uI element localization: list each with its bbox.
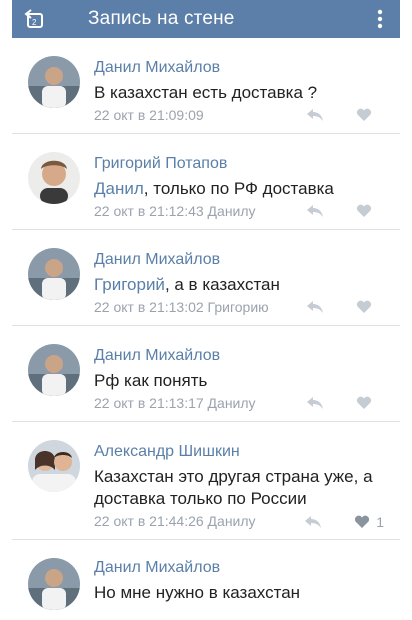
avatar[interactable] [28,558,80,610]
comment-item: Александр Шишкин Казахстан это другая ст… [12,422,400,540]
comment-time: 22 окт в 21:12:43 [94,203,204,219]
heart-icon[interactable] [356,396,372,410]
comment-mention[interactable]: Григорий [94,275,165,294]
comment-text: Данил, только по РФ доставка [94,178,384,200]
heart-icon[interactable] [356,108,372,122]
comment-item: Данил Михайлов В казахстан есть доставка… [12,38,400,134]
avatar[interactable] [28,56,80,108]
comment-reply-to[interactable]: Данилу [208,395,256,411]
comment-item: Данил Михайлов Григорий, а в казахстан 2… [12,230,400,326]
app-header: 2 Запись на стене [12,0,400,38]
more-vertical-icon [377,9,383,29]
avatar[interactable] [28,152,80,204]
reply-icon[interactable] [304,515,322,529]
comment-text: В казахстан есть доставка ? [94,82,384,104]
avatar[interactable] [28,344,80,396]
comment-body: , а в казахстан [164,275,280,294]
comment-text: Рф как понять [94,370,384,392]
comment-reply-to[interactable]: Григорию [208,299,269,315]
comment-body: Но мне нужно в казахстан [94,583,301,602]
comment-reply-to[interactable]: Данилу [208,513,256,529]
comment-item: Данил Михайлов Рф как понять 22 окт в 21… [12,326,400,422]
comment-time: 22 окт в 21:09:09 [94,107,204,123]
comment-body: Рф как понять [94,371,208,390]
comment-body: , только по РФ доставка [143,179,334,198]
page-title: Запись на стене [88,8,235,29]
avatar[interactable] [28,440,80,492]
comment-time: 22 окт в 21:13:17 [94,395,204,411]
reply-icon[interactable] [306,300,324,314]
comment-author[interactable]: Данил Михайлов [94,558,384,578]
comment-author[interactable]: Григорий Потапов [94,154,384,174]
back-arrow-icon: 2 [24,9,43,28]
comment-mention[interactable]: Данил [94,179,144,198]
heart-icon[interactable] [354,515,370,529]
reply-icon[interactable] [306,204,324,218]
comment-text: Но мне нужно в казахстан [94,582,384,604]
reply-icon[interactable] [306,108,324,122]
back-button[interactable]: 2 [18,0,50,38]
comment-author[interactable]: Данил Михайлов [94,58,384,78]
like-count: 1 [376,514,384,530]
comment-text: Григорий, а в казахстан [94,274,384,296]
comment-item: Григорий Потапов Данил, только по РФ дос… [12,134,400,230]
reply-icon[interactable] [306,396,324,410]
comment-time: 22 окт в 21:13:02 [94,299,204,315]
comment-time: 22 окт в 21:44:26 [94,513,204,529]
comment-item: Данил Михайлов Но мне нужно в казахстан [12,540,400,620]
heart-icon[interactable] [356,300,372,314]
comment-author[interactable]: Данил Михайлов [94,250,384,270]
comments-list: Данил Михайлов В казахстан есть доставка… [12,38,400,620]
comment-reply-to[interactable]: Данилу [208,203,256,219]
comment-author[interactable]: Александр Шишкин [94,442,384,462]
more-menu-button[interactable] [370,0,390,38]
avatar[interactable] [28,248,80,300]
comment-author[interactable]: Данил Михайлов [94,346,384,366]
heart-icon[interactable] [356,204,372,218]
comment-body: Казахстан это другая страна уже, а доста… [94,467,373,508]
comment-text: Казахстан это другая страна уже, а доста… [94,466,384,510]
svg-text:2: 2 [32,18,37,27]
comment-body: В казахстан есть доставка ? [94,83,318,102]
